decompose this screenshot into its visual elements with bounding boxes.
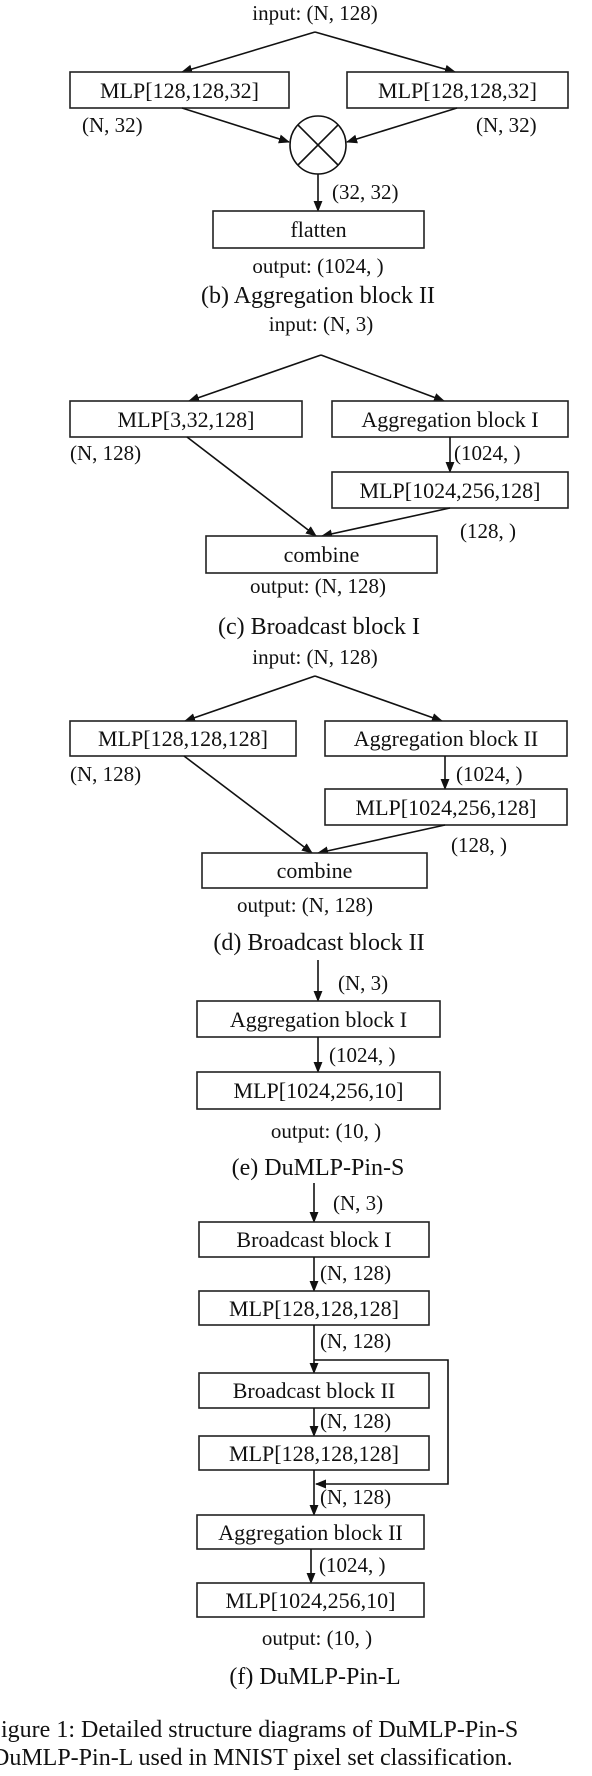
panel-d-split-arrow-right (314, 675, 444, 722)
panel-b-input-label: input: (N, 128) (252, 1, 377, 25)
panel-f-shape5: (1024, ) (319, 1553, 386, 1577)
panel-aggregation-block-ii: input: (N, 128) MLP[128,128,32] MLP[128,… (69, 1, 569, 309)
panel-e-shape1: (1024, ) (329, 1043, 396, 1067)
panel-d-merge-arrow-right (316, 824, 446, 856)
panel-f-broadcast-i-box: Broadcast block I (198, 1221, 430, 1258)
panel-c-right-aggregation-box: Aggregation block I (331, 400, 569, 438)
panel-d-output-label: output: (N, 128) (237, 893, 373, 917)
panel-b-right-mlp-label: MLP[128,128,32] (378, 78, 537, 103)
panel-d-combine-label: combine (277, 858, 353, 883)
panel-c-combine-label: combine (284, 542, 360, 567)
panel-b-split-arrow-right (314, 31, 457, 74)
panel-b-flatten-label: flatten (290, 217, 346, 242)
panel-e-aggregation-label: Aggregation block I (230, 1007, 407, 1032)
panel-b-merge-arrow-right (345, 107, 458, 144)
panel-broadcast-block-i: input: (N, 3) MLP[3,32,128] Aggregation … (69, 312, 569, 640)
panel-c-merge-arrow-left (186, 436, 317, 537)
panel-b-title: (b) Aggregation block II (201, 283, 435, 309)
panel-c-right-mlp-box: MLP[1024,256,128] (331, 471, 569, 509)
panel-f-broadcast-ii-box: Broadcast block II (198, 1372, 430, 1409)
panel-c-output-label: output: (N, 128) (250, 574, 386, 598)
panel-d-right-mlp-label: MLP[1024,256,128] (356, 795, 537, 820)
panel-f-input-shape: (N, 3) (333, 1191, 383, 1215)
panel-d-merge-arrow-left (183, 755, 313, 854)
outer-product-icon (289, 115, 347, 175)
panel-b-left-shape: (N, 32) (82, 113, 143, 137)
panel-c-left-shape: (N, 128) (70, 441, 141, 465)
panel-d-right-shape: (1024, ) (456, 762, 523, 786)
panel-c-left-mlp-label: MLP[3,32,128] (118, 407, 255, 432)
panel-c-split-arrow-right (320, 354, 446, 402)
panel-c-right-shape2: (128, ) (460, 519, 516, 543)
panel-b-merge-arrow-left (181, 107, 291, 144)
panel-d-right-shape2: (128, ) (451, 833, 507, 857)
panel-f-shape3: (N, 128) (320, 1409, 391, 1433)
panel-d-right-mlp-box: MLP[1024,256,128] (324, 788, 568, 826)
panel-dumlp-pin-s: (N, 3) Aggregation block I (1024, ) MLP[… (196, 960, 441, 1181)
panel-d-left-mlp-label: MLP[128,128,128] (98, 726, 268, 751)
figure-caption: igure 1: Detailed structure diagrams of … (0, 1717, 518, 1771)
panel-b-right-shape: (N, 32) (476, 113, 537, 137)
panel-b-split-arrow-left (180, 31, 316, 74)
panel-b-right-mlp-box: MLP[128,128,32] (346, 71, 569, 109)
figure-canvas: input: (N, 128) MLP[128,128,32] MLP[128,… (0, 1, 569, 1771)
panel-b-product-shape: (32, 32) (332, 180, 399, 204)
panel-c-right-aggregation-label: Aggregation block I (361, 407, 538, 432)
panel-e-input-shape: (N, 3) (338, 971, 388, 995)
panel-f-title: (f) DuMLP-Pin-L (229, 1664, 400, 1690)
panel-c-right-mlp-label: MLP[1024,256,128] (360, 478, 541, 503)
panel-c-combine-box: combine (205, 535, 438, 574)
panel-f-mlp-1-label: MLP[128,128,128] (229, 1296, 399, 1321)
panel-e-title: (e) DuMLP-Pin-S (232, 1155, 405, 1181)
panel-f-shape2: (N, 128) (320, 1329, 391, 1353)
panel-dumlp-pin-l: (N, 3) Broadcast block I (N, 128) MLP[12… (196, 1183, 449, 1690)
panel-f-mlp-3-box: MLP[1024,256,10] (196, 1582, 425, 1618)
panel-f-aggregation-ii-label: Aggregation block II (218, 1520, 403, 1545)
panel-f-mlp-2-box: MLP[128,128,128] (198, 1435, 430, 1471)
panel-f-shape4: (N, 128) (320, 1485, 391, 1509)
caption-line-2: DuMLP-Pin-L used in MNIST pixel set clas… (0, 1745, 513, 1771)
panel-e-output-label: output: (10, ) (271, 1119, 381, 1143)
panel-c-right-shape: (1024, ) (454, 441, 521, 465)
panel-d-input-label: input: (N, 128) (252, 645, 377, 669)
panel-b-left-mlp-box: MLP[128,128,32] (69, 71, 290, 109)
caption-line-1: igure 1: Detailed structure diagrams of … (1, 1717, 518, 1743)
panel-b-output-label: output: (1024, ) (252, 254, 383, 278)
panel-d-right-aggregation-box: Aggregation block II (324, 720, 568, 757)
panel-b-flatten-box: flatten (212, 210, 425, 249)
panel-d-split-arrow-left (183, 675, 316, 722)
panel-c-split-arrow-left (187, 354, 322, 402)
panel-f-mlp-2-label: MLP[128,128,128] (229, 1441, 399, 1466)
panel-f-mlp-1-box: MLP[128,128,128] (198, 1290, 430, 1326)
panel-e-mlp-label: MLP[1024,256,10] (234, 1078, 404, 1103)
panel-c-input-label: input: (N, 3) (269, 312, 373, 336)
panel-f-broadcast-i-label: Broadcast block I (236, 1227, 391, 1252)
panel-f-aggregation-ii-box: Aggregation block II (196, 1514, 425, 1550)
panel-b-left-mlp-label: MLP[128,128,32] (100, 78, 259, 103)
panel-f-output-label: output: (10, ) (262, 1626, 372, 1650)
panel-d-title: (d) Broadcast block II (213, 930, 424, 956)
panel-d-left-shape: (N, 128) (70, 762, 141, 786)
panel-c-merge-arrow-right (320, 507, 451, 539)
panel-c-title: (c) Broadcast block I (218, 614, 420, 640)
panel-f-mlp-3-label: MLP[1024,256,10] (226, 1588, 396, 1613)
panel-e-mlp-box: MLP[1024,256,10] (196, 1071, 441, 1110)
panel-d-right-aggregation-label: Aggregation block II (354, 726, 539, 751)
panel-d-left-mlp-box: MLP[128,128,128] (69, 720, 297, 757)
panel-f-shape1: (N, 128) (320, 1261, 391, 1285)
panel-f-broadcast-ii-label: Broadcast block II (233, 1378, 396, 1403)
panel-d-combine-box: combine (201, 852, 428, 889)
panel-e-aggregation-box: Aggregation block I (196, 1000, 441, 1038)
panel-broadcast-block-ii: input: (N, 128) MLP[128,128,128] Aggrega… (69, 645, 568, 956)
panel-c-left-mlp-box: MLP[3,32,128] (69, 400, 303, 438)
